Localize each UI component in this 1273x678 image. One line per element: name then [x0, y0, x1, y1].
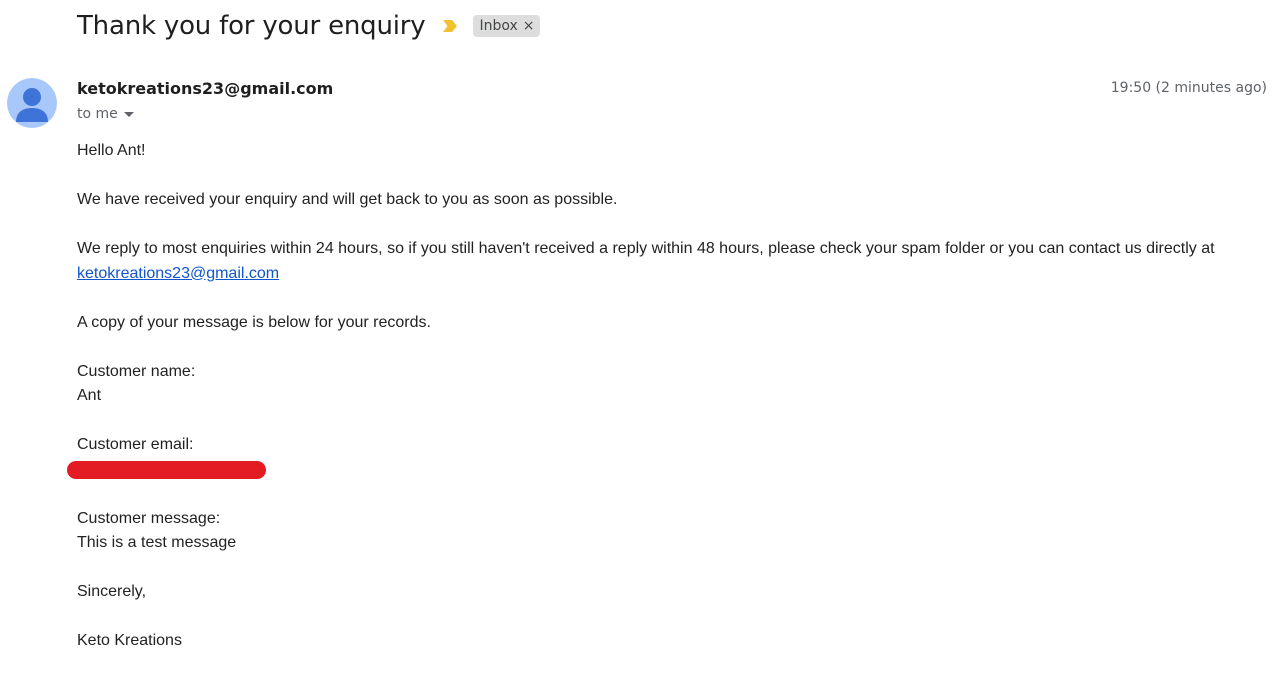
email-subject: Thank you for your enquiry: [77, 11, 426, 41]
importance-marker-icon[interactable]: [441, 19, 459, 33]
signoff: Sincerely,: [77, 583, 147, 600]
recipient-details-dropdown-icon[interactable]: [123, 111, 134, 117]
sender-email[interactable]: ketokreations23@gmail.com: [77, 79, 333, 98]
remove-label-icon[interactable]: ×: [523, 18, 535, 34]
greeting: Hello Ant!: [77, 142, 146, 159]
redaction-mark: [67, 461, 266, 479]
customer-email-label: Customer email:: [77, 436, 194, 453]
email-body: Hello Ant! We have received your enquiry…: [77, 139, 1257, 678]
email-timestamp: 19:50 (2 minutes ago): [1110, 80, 1267, 96]
inbox-label-chip[interactable]: Inbox ×: [473, 15, 541, 37]
signature: Keto Kreations: [77, 632, 182, 649]
customer-name-value: Ant: [77, 387, 102, 404]
customer-message-label: Customer message:: [77, 509, 221, 527]
customer-message-block: Customer message: This is a test message: [77, 507, 1257, 556]
inbox-label-text: Inbox: [479, 18, 518, 34]
customer-name-block: Customer name: Ant: [77, 360, 1257, 409]
customer-message-value: This is a test message: [77, 534, 237, 551]
default-avatar-icon[interactable]: [7, 78, 57, 128]
body-paragraph-copy: A copy of your message is below for your…: [77, 313, 431, 331]
recipient-label: to me: [77, 106, 118, 122]
body-paragraph-received: We have received your enquiry and will g…: [77, 191, 618, 208]
subject-row: Thank you for your enquiry Inbox ×: [77, 6, 541, 46]
recipient-details[interactable]: to me: [77, 106, 134, 122]
contact-email-link[interactable]: ketokreations23@gmail.com: [77, 265, 279, 282]
reply-time-text: We reply to most enquiries within 24 hou…: [77, 240, 1215, 257]
body-paragraph-reply-time: We reply to most enquiries within 24 hou…: [77, 237, 1257, 286]
customer-name-label: Customer name:: [77, 362, 196, 380]
